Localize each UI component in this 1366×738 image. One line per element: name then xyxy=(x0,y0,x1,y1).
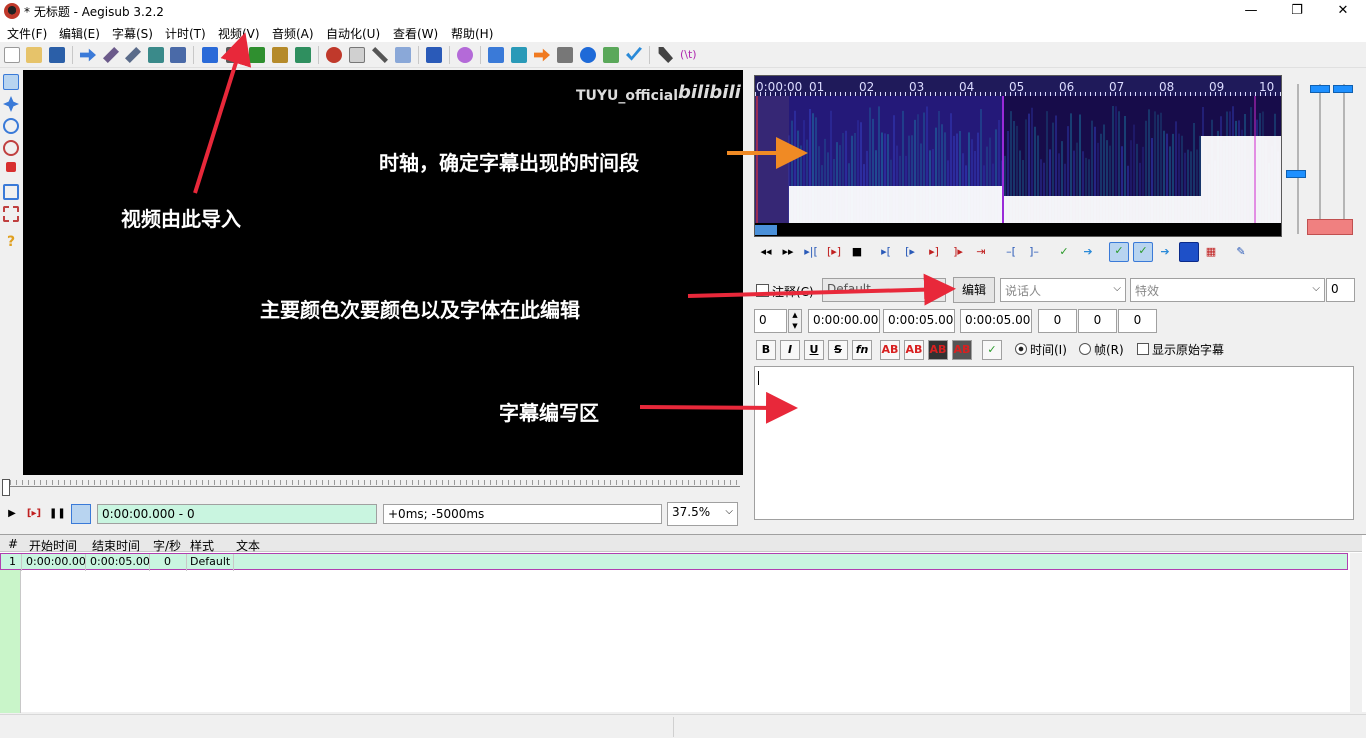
row-style: Default xyxy=(190,555,231,568)
arrow-to-video-menu xyxy=(193,32,252,194)
row-cps: 0 xyxy=(164,555,171,568)
grid-col-style: 样式 xyxy=(190,539,215,553)
grid-col-text: 文本 xyxy=(236,539,261,553)
status-bar xyxy=(0,714,1366,738)
arrow-to-text-editor xyxy=(639,391,798,424)
subtitle-grid[interactable]: # 开始时间 结束时间 字/秒 样式 文本 1 0:00:00.00 0:00:… xyxy=(0,534,1366,713)
grid-col-cps: 字/秒 xyxy=(153,539,182,553)
grid-col-number: # xyxy=(8,537,19,551)
grid-row-gutter xyxy=(0,570,20,713)
grid-header: # 开始时间 结束时间 字/秒 样式 文本 xyxy=(0,535,1362,553)
grid-scrollbar[interactable] xyxy=(1350,553,1362,713)
grid-col-end: 结束时间 xyxy=(92,539,141,553)
grid-col-start: 开始时间 xyxy=(29,539,78,553)
table-row[interactable]: 1 0:00:00.00 0:00:05.00 0 Default xyxy=(0,553,1348,571)
row-end: 0:00:05.00 xyxy=(90,555,150,568)
row-start: 0:00:00.00 xyxy=(26,555,86,568)
arrow-to-edit-button xyxy=(687,273,956,306)
row-number: 1 xyxy=(9,555,16,568)
